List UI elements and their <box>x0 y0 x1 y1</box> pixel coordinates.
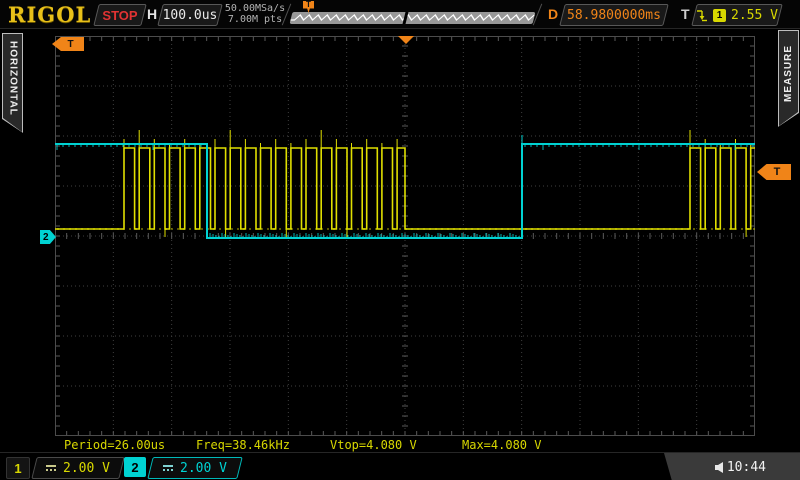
channel2-scale: 2.00 V <box>180 461 227 476</box>
channel2-ground-marker[interactable]: 2 <box>40 230 56 244</box>
tab-measure-label: MEASURE <box>784 45 794 112</box>
tab-horizontal-label: HORIZONTAL <box>8 41 18 126</box>
channel2-chip[interactable]: 2 <box>124 457 146 477</box>
sample-rate: 50.00MSa/s <box>222 3 288 14</box>
acquisition-info: 50.00MSa/s 7.00M pts <box>222 3 288 25</box>
clock: 10:44 <box>727 460 766 475</box>
measurement-period: Period=26.00us <box>64 438 165 452</box>
delay-readout[interactable]: 58.9800000ms <box>559 4 668 26</box>
channel1-scale-button[interactable]: 2.00 V <box>31 457 124 479</box>
timebase-button[interactable]: 100.0us <box>157 4 222 26</box>
measurement-freq: Freq=38.46kHz <box>196 438 290 452</box>
run-state-button[interactable]: STOP <box>93 4 146 26</box>
trigger-settings-button[interactable]: 1 2.55 V <box>691 4 782 26</box>
horizontal-label: H <box>147 6 157 22</box>
dc-coupling-icon <box>163 465 173 471</box>
oscilloscope-screen: RIGOL STOP H 100.0us 50.00MSa/s 7.00M pt… <box>0 0 800 480</box>
channel1-chip[interactable]: 1 <box>6 457 30 479</box>
run-state-label: STOP <box>97 5 143 25</box>
memory-position-bar <box>290 12 536 24</box>
memory-depth: 7.00M pts <box>222 14 288 25</box>
timebase-value: 100.0us <box>161 5 219 25</box>
top-status-bar: RIGOL STOP H 100.0us 50.00MSa/s 7.00M pt… <box>0 0 800 29</box>
channel-status-bar: 1 2.00 V 2 2.00 V 10:44 <box>0 452 800 480</box>
tab-measure[interactable]: MEASURE <box>778 30 799 127</box>
rigol-logo: RIGOL <box>8 2 91 27</box>
dc-coupling-icon <box>46 465 56 471</box>
tab-horizontal[interactable]: HORIZONTAL <box>2 33 23 133</box>
speaker-icon <box>715 462 724 473</box>
trigger-label: T <box>681 6 690 22</box>
delay-label: D <box>548 6 558 22</box>
delay-value: 58.9800000ms <box>563 5 665 25</box>
channel2-scale-button[interactable]: 2.00 V <box>147 457 242 479</box>
falling-edge-icon <box>696 8 708 22</box>
trigger-level-value: 2.55 V <box>731 8 778 23</box>
measurement-max: Max=4.080 V <box>462 438 541 452</box>
graticule-display <box>55 36 755 436</box>
trigger-position-marker-icon <box>398 36 414 44</box>
trigger-source-chip: 1 <box>713 9 726 22</box>
channel1-scale: 2.00 V <box>63 461 110 476</box>
system-tray: 10:44 <box>664 453 800 480</box>
memory-waveform-preview <box>290 12 536 24</box>
measurement-vtop: Vtop=4.080 V <box>330 438 417 452</box>
trigger-level-marker-icon[interactable]: T <box>757 164 791 180</box>
